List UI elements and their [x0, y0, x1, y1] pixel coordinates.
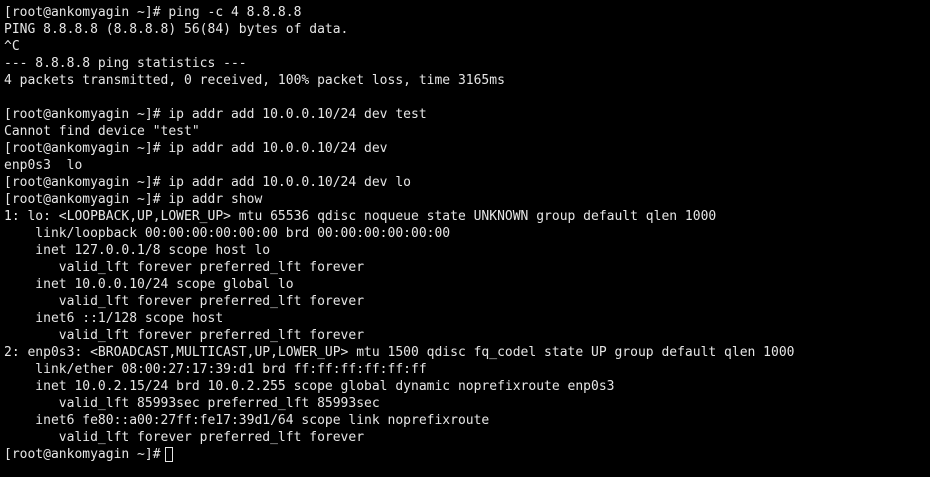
terminal-line: valid_lft 85993sec preferred_lft 85993se… — [4, 396, 380, 411]
terminal-line: inet6 ::1/128 scope host — [4, 311, 224, 326]
terminal-input-line[interactable]: [root@ankomyagin ~]# — [4, 446, 795, 463]
terminal-line: --- 8.8.8.8 ping statistics --- — [4, 56, 247, 71]
terminal-output: [root@ankomyagin ~]# ping -c 4 8.8.8.8 P… — [4, 4, 795, 463]
terminal-line: enp0s3 lo — [4, 158, 83, 173]
terminal-line: inet 127.0.0.1/8 scope host lo — [4, 243, 271, 258]
terminal-line: inet6 fe80::a00:27ff:fe17:39d1/64 scope … — [4, 413, 490, 428]
terminal-line: valid_lft forever preferred_lft forever — [4, 430, 365, 445]
terminal-line: 4 packets transmitted, 0 received, 100% … — [4, 73, 505, 88]
terminal-line: Cannot find device "test" — [4, 124, 200, 139]
terminal-line: 2: enp0s3: <BROADCAST,MULTICAST,UP,LOWER… — [4, 345, 795, 360]
terminal-line: [root@ankomyagin ~]# ip addr add 10.0.0.… — [4, 175, 411, 190]
terminal-line: inet 10.0.0.10/24 scope global lo — [4, 277, 294, 292]
terminal-line: valid_lft forever preferred_lft forever — [4, 294, 365, 309]
terminal-line: inet 10.0.2.15/24 brd 10.0.2.255 scope g… — [4, 379, 615, 394]
terminal-window[interactable]: [root@ankomyagin ~]# ping -c 4 8.8.8.8 P… — [0, 0, 930, 477]
terminal-line: [root@ankomyagin ~]# ping -c 4 8.8.8.8 — [4, 5, 302, 20]
scrollbar[interactable] — [930, 0, 944, 477]
shell-prompt: [root@ankomyagin ~]# — [4, 447, 161, 462]
terminal-line: [root@ankomyagin ~]# ip addr show — [4, 192, 263, 207]
terminal-line: 1: lo: <LOOPBACK,UP,LOWER_UP> mtu 65536 … — [4, 209, 717, 224]
terminal-line: link/ether 08:00:27:17:39:d1 brd ff:ff:f… — [4, 362, 427, 377]
text-cursor — [164, 447, 173, 462]
terminal-line: [root@ankomyagin ~]# ip addr add 10.0.0.… — [4, 107, 427, 122]
terminal-line: [root@ankomyagin ~]# ip addr add 10.0.0.… — [4, 141, 388, 156]
terminal-line: link/loopback 00:00:00:00:00:00 brd 00:0… — [4, 226, 451, 241]
terminal-line: ^C — [4, 39, 20, 54]
terminal-line: valid_lft forever preferred_lft forever — [4, 260, 365, 275]
terminal-line: valid_lft forever preferred_lft forever — [4, 328, 365, 343]
terminal-line: PING 8.8.8.8 (8.8.8.8) 56(84) bytes of d… — [4, 22, 349, 37]
